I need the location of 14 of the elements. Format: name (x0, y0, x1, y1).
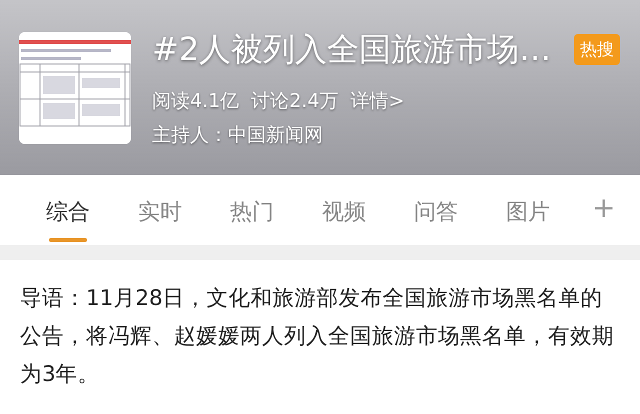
host-text: 主持人：中国新闻网 (152, 122, 324, 148)
tab[interactable]: 视频 (298, 175, 390, 227)
intro-paragraph: 导语：11月28日，文化和旅游部发布全国旅游市场黑名单的公告，将冯辉、赵媛媛两人列入全国旅游市场黑名单，有效期为3年。 (19, 285, 615, 389)
hot-badge: 热搜 (574, 34, 620, 65)
stat-text: 详情> (350, 88, 404, 114)
tab[interactable]: 图片 (482, 175, 574, 227)
tab[interactable]: 综合 (22, 175, 114, 242)
stat-text: 阅读4.1亿 (152, 88, 240, 114)
topic-title: #2人被列入全国旅游市场… (152, 28, 552, 70)
tab[interactable]: 热门 (206, 175, 298, 227)
stat-text: 讨论2.4万 (251, 88, 338, 114)
add-tab-button[interactable]: + (592, 175, 616, 224)
tab[interactable]: 实时 (114, 175, 206, 227)
tab[interactable]: 问答 (390, 175, 482, 227)
